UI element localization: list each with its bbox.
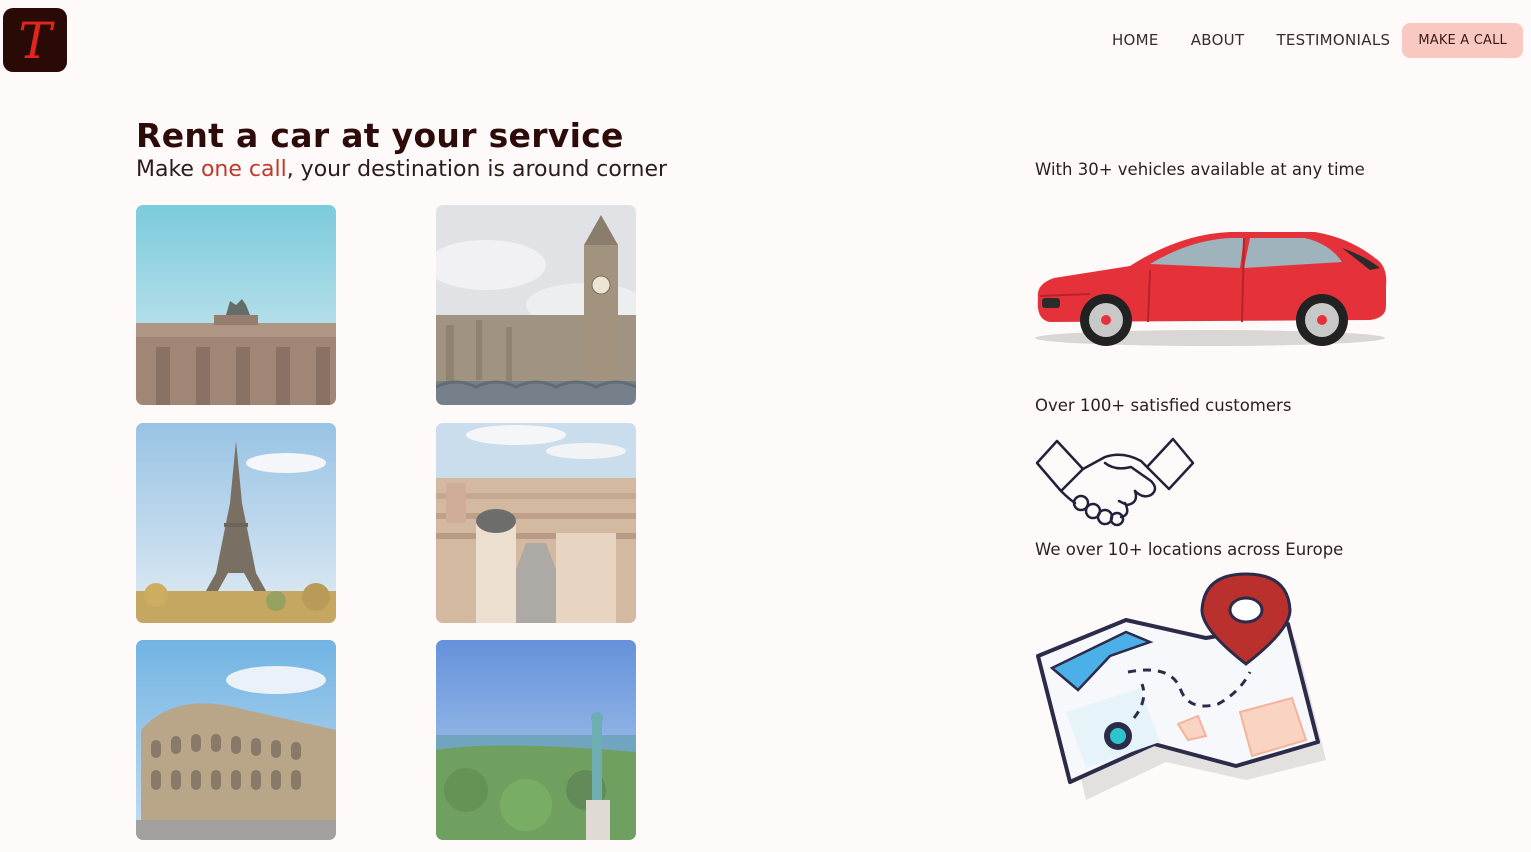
madrid-city-image bbox=[436, 423, 636, 623]
make-a-call-button[interactable]: MAKE A CALL bbox=[1402, 22, 1523, 58]
destination-photo-paris bbox=[136, 423, 336, 623]
eiffel-tower-image bbox=[136, 423, 336, 623]
hero-subtitle-end: , your destination is around corner bbox=[286, 157, 668, 182]
destination-photo-berlin bbox=[136, 205, 336, 405]
brand-logo[interactable]: T bbox=[3, 8, 67, 72]
feature-vehicles-text: With 30+ vehicles available at any time bbox=[1035, 160, 1365, 179]
hero-subtitle-start: Make bbox=[136, 157, 201, 182]
main-nav: HOME ABOUT TESTIMONIALS MAKE A CALL bbox=[1112, 22, 1523, 58]
hero-subtitle: Make one call, your destination is aroun… bbox=[136, 157, 667, 182]
feature-locations-text: We over 10+ locations across Europe bbox=[1035, 540, 1344, 559]
colosseum-image bbox=[136, 640, 336, 840]
brandenburg-gate-image bbox=[136, 205, 336, 405]
map-icon bbox=[1036, 572, 1326, 800]
handshake-icon bbox=[1035, 437, 1195, 527]
nav-testimonials[interactable]: TESTIMONIALS bbox=[1276, 31, 1390, 49]
river-city-image bbox=[436, 640, 636, 840]
big-ben-image bbox=[436, 205, 636, 405]
destination-photo-rome bbox=[136, 640, 336, 840]
destination-photo-belgrade bbox=[436, 640, 636, 840]
destination-photo-london bbox=[436, 205, 636, 405]
logo-letter: T bbox=[18, 12, 52, 70]
hero-subtitle-accent: one call bbox=[200, 157, 287, 182]
feature-customers-text: Over 100+ satisfied customers bbox=[1035, 396, 1292, 415]
nav-home[interactable]: HOME bbox=[1112, 31, 1159, 49]
nav-about[interactable]: ABOUT bbox=[1191, 31, 1245, 49]
hero-title: Rent a car at your service bbox=[136, 116, 624, 155]
car-icon bbox=[1035, 232, 1387, 346]
destination-photo-madrid bbox=[436, 423, 636, 623]
